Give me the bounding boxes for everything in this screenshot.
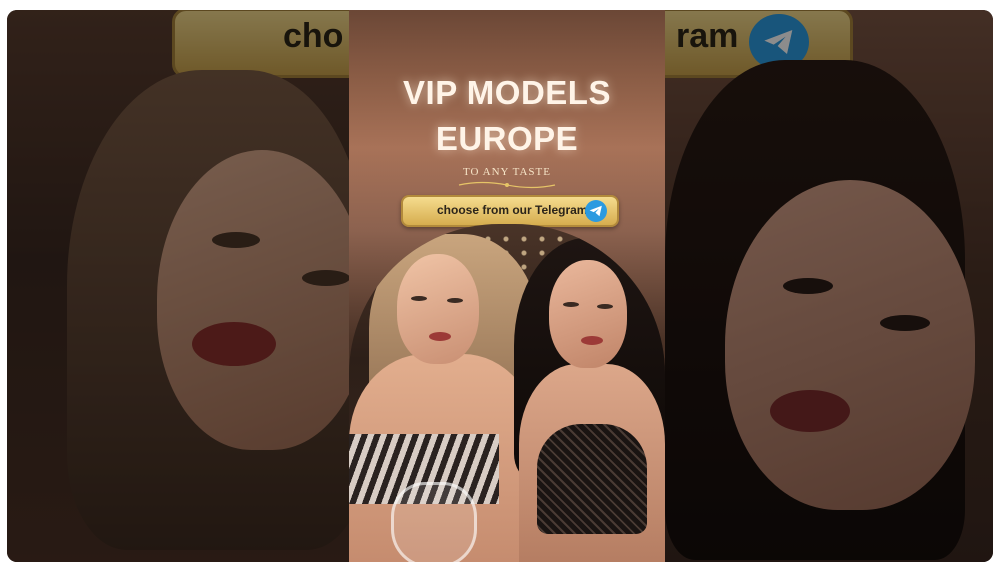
- model-2-top: [537, 424, 647, 534]
- model-2-face: [549, 260, 627, 368]
- model-1-lips: [429, 332, 451, 341]
- wine-glass: [391, 482, 477, 562]
- headline-line2: EUROPE: [435, 120, 579, 157]
- ad-frame: cho ram VIP MODELS EUROPE TO ANY TASTE c…: [7, 10, 993, 562]
- left-model-lips: [192, 322, 276, 366]
- cta-label: choose from our Telegram: [437, 203, 588, 217]
- right-pill-text: ram: [676, 17, 739, 55]
- left-model-face: [157, 150, 349, 450]
- right-model-lips: [770, 390, 850, 432]
- model-1-eye: [447, 298, 463, 303]
- right-model-face: [725, 180, 975, 510]
- left-model-eye: [302, 270, 349, 286]
- models-photo: [349, 224, 665, 562]
- telegram-icon: [585, 200, 607, 222]
- model-2-eye: [597, 304, 613, 309]
- right-model-eye: [783, 278, 833, 294]
- left-model-eye: [212, 232, 260, 248]
- gold-ornament: [458, 181, 556, 189]
- headline-line1: VIP MODELS: [403, 74, 611, 111]
- model-2-eye: [563, 302, 579, 307]
- center-ad-panel: VIP MODELS EUROPE TO ANY TASTE choose fr…: [349, 10, 665, 562]
- left-blurred-panel: cho: [7, 10, 349, 562]
- left-pill-text: cho: [283, 17, 344, 55]
- left-pill-fragment: cho: [172, 10, 349, 78]
- model-2-lips: [581, 336, 603, 345]
- right-blurred-panel: ram: [665, 10, 993, 562]
- tagline: TO ANY TASTE: [463, 166, 551, 178]
- model-1-eye: [411, 296, 427, 301]
- right-model-eye: [880, 315, 930, 331]
- telegram-cta-button[interactable]: choose from our Telegram: [401, 195, 619, 227]
- model-1-face: [397, 254, 479, 364]
